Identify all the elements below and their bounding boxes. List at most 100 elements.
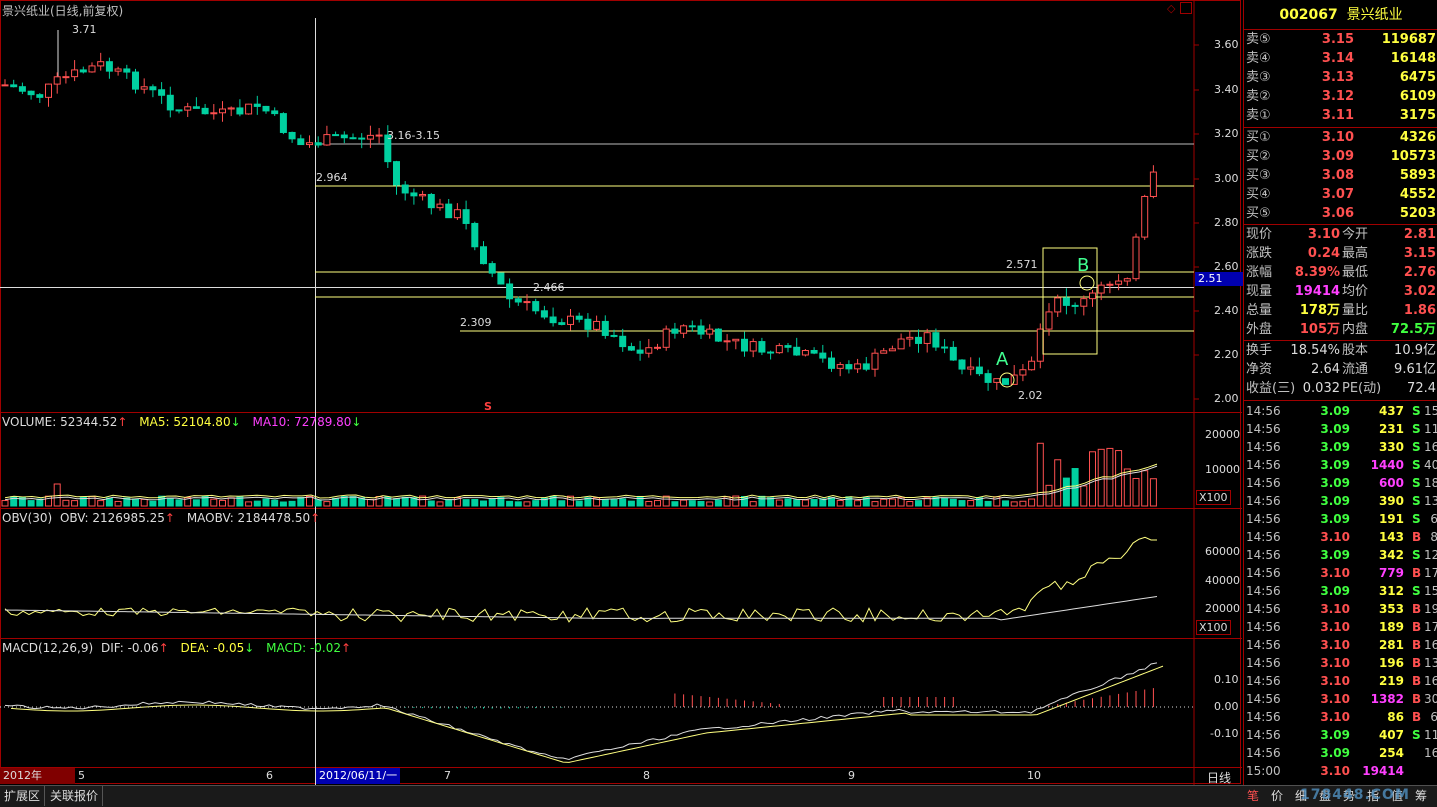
stat-label: 涨幅: [1246, 265, 1273, 280]
period-label[interactable]: 日线: [1207, 769, 1231, 786]
stat-value: 3.15: [1403, 246, 1436, 261]
volume-bar: [1080, 485, 1088, 507]
tick-volume: 1440: [1370, 458, 1404, 472]
price-axis-label: 3.20: [1214, 127, 1239, 140]
tick-volume: 86: [1387, 710, 1404, 724]
volume-bar: [810, 499, 818, 507]
tick-side: B: [1412, 620, 1422, 634]
tick-side: B: [1412, 530, 1422, 544]
volume-bar: [27, 500, 35, 507]
ask-level: 卖① 3.11 3175: [1244, 107, 1437, 125]
tick-row: 14:56 3.09 191 S 6: [1244, 510, 1437, 528]
tick-row: 14:56 3.09 330 S 16: [1244, 438, 1437, 456]
candle: [1062, 297, 1070, 306]
candle: [871, 352, 879, 370]
signal-mark: S: [484, 400, 492, 413]
stat-value: 2.76: [1403, 265, 1436, 280]
candle: [880, 350, 888, 354]
candle: [1106, 283, 1114, 286]
volume-bar: [1002, 500, 1009, 507]
tick-count: 19: [1424, 602, 1437, 616]
candle: [10, 84, 18, 88]
volume-bar: [393, 498, 400, 507]
tick-price: 3.09: [1320, 746, 1350, 760]
volume-bar: [279, 501, 287, 507]
related-quote-tab[interactable]: 关联报价: [46, 786, 104, 806]
volume-bar: [558, 500, 566, 507]
bid-level: 买④ 3.07 4552: [1244, 186, 1437, 204]
bid-price: 3.10: [1321, 130, 1354, 145]
bid-label: 买④: [1246, 187, 1271, 202]
candle: [1071, 304, 1079, 307]
tick-row: 14:56 3.10 1382 B 30: [1244, 690, 1437, 708]
tick-count: 8: [1430, 530, 1437, 544]
tick-count: 30: [1424, 692, 1437, 706]
volume-bar: [245, 501, 253, 507]
obv-unit: X100: [1196, 620, 1231, 635]
candle: [53, 76, 61, 85]
kline-chart[interactable]: [0, 0, 1242, 785]
volume-bar: [619, 498, 627, 507]
volume-bar: [532, 500, 540, 507]
candle: [941, 346, 949, 349]
candle: [845, 364, 853, 370]
price-axis-label: 2.20: [1214, 348, 1239, 361]
candle: [680, 325, 688, 334]
candle: [645, 347, 653, 354]
stat-value: 19414: [1294, 284, 1340, 299]
expand-area-tab[interactable]: 扩展区: [0, 786, 46, 806]
obv-header: OBV(30) OBV: 2126985.25↑ MAOBV: 2184478.…: [2, 511, 321, 525]
low-marker: 2.02: [1018, 389, 1043, 402]
tick-price: 3.09: [1320, 458, 1350, 472]
tick-side: S: [1412, 404, 1421, 418]
tick-time: 14:56: [1246, 512, 1281, 526]
quote-tab[interactable]: 笔: [1247, 788, 1259, 805]
stat-row: 外盘 105万 内盘 72.5万: [1244, 321, 1437, 339]
candle: [610, 334, 618, 337]
candle: [62, 76, 70, 79]
volume-bar: [1054, 459, 1062, 507]
candle: [227, 107, 235, 110]
volume-bar: [706, 501, 714, 507]
chart-maximize-icon[interactable]: [1180, 2, 1192, 14]
tick-count: 16: [1424, 746, 1437, 760]
macd-title: MACD(12,26,9): [2, 641, 94, 655]
candle: [767, 351, 775, 354]
volume-ma10: MA10: 72789.80: [252, 415, 352, 429]
ask-level: 卖⑤ 3.15 119687: [1244, 31, 1437, 49]
fund-value: 18.54%: [1290, 343, 1340, 358]
volume-bar: [401, 496, 409, 507]
tick-side: S: [1412, 512, 1421, 526]
candle: [306, 142, 313, 146]
candle: [36, 94, 44, 98]
candle: [1115, 280, 1123, 285]
stat-row: 涨幅 8.39% 最低 2.76: [1244, 264, 1437, 282]
tick-price: 3.10: [1320, 710, 1350, 724]
volume-bar: [741, 496, 748, 507]
volume-bar: [1, 500, 9, 507]
candle: [140, 86, 148, 90]
obv-line: [4, 536, 1157, 623]
candle: [975, 366, 983, 375]
tick-time: 14:56: [1246, 674, 1281, 688]
chart-options-icon[interactable]: ◇: [1167, 2, 1175, 15]
candle: [810, 349, 818, 354]
candle: [210, 112, 218, 115]
stat-value: 105万: [1299, 322, 1340, 337]
candle: [105, 61, 113, 72]
quote-tab[interactable]: 筹: [1415, 788, 1427, 805]
cursor-date: 2012/06/11/一: [316, 768, 401, 784]
macd-dif: DIF: -0.06: [100, 641, 159, 655]
ask-volume: 16148: [1390, 51, 1436, 66]
volume-bar: [888, 498, 896, 507]
tick-count: 16: [1424, 638, 1437, 652]
candle: [349, 137, 357, 140]
quote-tab[interactable]: 价: [1271, 788, 1283, 805]
kline-chart-area[interactable]: 景兴纸业(日线,前复权) ◇ 3.60 3.40 3.20 3.00 2.80 2.60 2…: [0, 0, 1244, 786]
volume-bar: [71, 500, 79, 507]
volume-ma10-line: [4, 465, 1158, 501]
month-6: 6: [266, 769, 273, 782]
volume-bar: [332, 497, 340, 507]
candle: [1002, 378, 1009, 385]
volume-bar: [915, 500, 922, 507]
